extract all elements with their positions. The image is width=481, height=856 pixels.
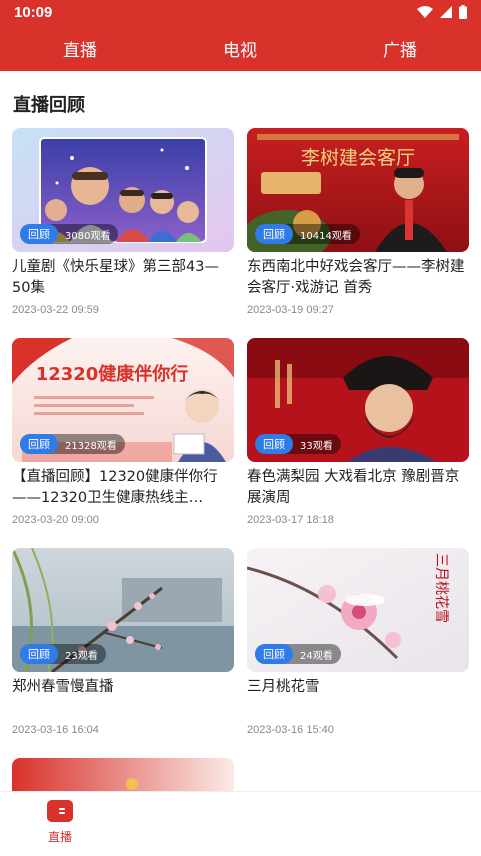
thumb-title: 12320健康伴你行	[36, 363, 189, 385]
replay-badge: 回顾 10414观看	[255, 224, 360, 244]
replay-card[interactable]: 回顾 23观看 郑州春雪慢直播 2023-03-16 16:04	[12, 548, 234, 736]
replay-card[interactable]: 三月桃花雪 回顾 24观看 三月桃花雪 2023-03-16 15:40	[247, 548, 469, 736]
replay-badge: 回顾 33观看	[255, 434, 341, 454]
wifi-icon	[417, 6, 433, 18]
view-count: 33观看	[300, 440, 333, 452]
nav-live-label: 直播	[47, 830, 72, 844]
replay-card[interactable]: 回顾 3080观看 儿童剧《快乐星球》第三部43—50集 2023-03-22 …	[12, 128, 234, 316]
card-thumbnail[interactable]: 李树建会客厅 回顾 10414观看	[247, 128, 469, 252]
replay-badge: 回顾 3080观看	[20, 224, 119, 244]
card-title[interactable]: 郑州春雪慢直播	[12, 677, 234, 719]
card-thumbnail[interactable]: 回顾 3080观看	[12, 128, 234, 252]
nav-live[interactable]: 直播	[38, 800, 82, 845]
card-title[interactable]: 【直播回顾】12320健康伴你行——12320卫生健康热线主…	[12, 467, 234, 509]
replay-tag: 回顾	[255, 434, 293, 454]
tv-icon	[47, 800, 73, 822]
card-thumbnail[interactable]: 三月桃花雪 回顾 24观看	[247, 548, 469, 672]
replay-tag: 回顾	[20, 644, 58, 664]
card-title[interactable]: 春色满梨园 大戏看北京 豫剧晋京展演周	[247, 467, 469, 509]
card-date: 2023-03-19 09:27	[247, 304, 334, 316]
view-count: 23观看	[65, 650, 98, 662]
replay-card[interactable]: 12320健康伴你行 回顾 21328观看 【直播回顾】12320健康伴你行——…	[12, 338, 234, 526]
top-tabs: 直播 电视 广播	[0, 30, 481, 66]
status-bar: 10:09	[0, 0, 481, 26]
signal-icon	[440, 6, 452, 18]
card-thumbnail[interactable]: 12320健康伴你行 回顾 21328观看	[12, 338, 234, 462]
tab-live[interactable]: 直播	[40, 36, 120, 61]
card-title[interactable]: 三月桃花雪	[247, 677, 469, 719]
replay-card[interactable]: 李树建会客厅 回顾 10414观看 东西南北中好戏会客厅——李树建会客厅·戏游记…	[247, 128, 469, 316]
tab-tv[interactable]: 电视	[200, 36, 280, 61]
card-date: 2023-03-22 09:59	[12, 304, 99, 316]
thumb-title: 李树建会客厅	[301, 147, 415, 169]
card-thumbnail[interactable]: 回顾 33观看	[247, 338, 469, 462]
card-thumbnail[interactable]: 回顾 23观看	[12, 548, 234, 672]
card-date: 2023-03-16 15:40	[247, 724, 334, 736]
tab-radio[interactable]: 广播	[360, 36, 440, 61]
replay-tag: 回顾	[255, 224, 293, 244]
thumb-title: 三月桃花雪	[433, 553, 449, 623]
card-date: 2023-03-17 18:18	[247, 514, 334, 526]
replay-tag: 回顾	[255, 644, 293, 664]
card-title[interactable]: 儿童剧《快乐星球》第三部43—50集	[12, 257, 234, 299]
replay-tag: 回顾	[20, 434, 58, 454]
replay-badge: 回顾 23观看	[20, 644, 106, 664]
bottom-nav: 直播	[0, 791, 481, 856]
view-count: 24观看	[300, 650, 333, 662]
replay-tag: 回顾	[20, 224, 58, 244]
card-date: 2023-03-20 09:00	[12, 514, 99, 526]
replay-badge: 回顾 24观看	[255, 644, 341, 664]
section-title: 直播回顾	[13, 95, 85, 116]
view-count: 10414观看	[300, 230, 352, 242]
replay-badge: 回顾 21328观看	[20, 434, 125, 454]
battery-icon	[459, 5, 467, 19]
view-count: 3080观看	[65, 230, 111, 242]
status-time: 10:09	[14, 4, 53, 21]
replay-card[interactable]: 回顾 33观看 春色满梨园 大戏看北京 豫剧晋京展演周 2023-03-17 1…	[247, 338, 469, 526]
card-date: 2023-03-16 16:04	[12, 724, 99, 736]
card-title[interactable]: 东西南北中好戏会客厅——李树建会客厅·戏游记 首秀	[247, 257, 469, 299]
view-count: 21328观看	[65, 440, 117, 452]
